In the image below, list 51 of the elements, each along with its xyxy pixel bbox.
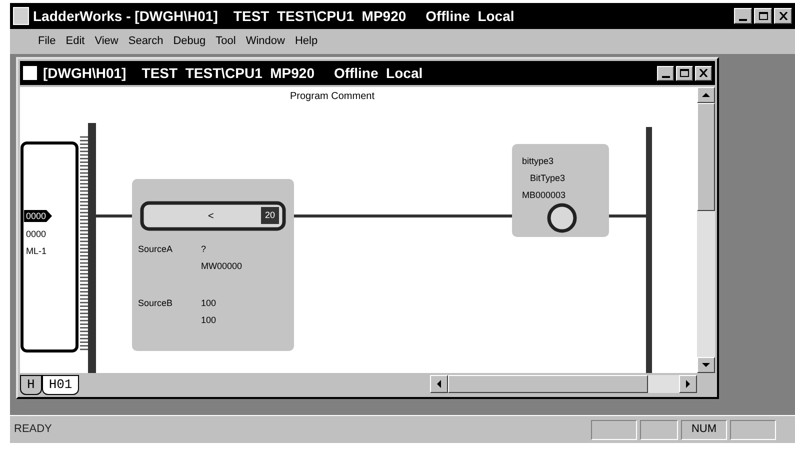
status-indicator: NUM <box>681 420 727 440</box>
maximize-button[interactable] <box>754 8 772 24</box>
scroll-down-icon[interactable] <box>697 357 715 373</box>
vertical-scrollbar[interactable] <box>697 87 715 373</box>
window-title: LadderWorks - [DWGH\H01] TEST TEST\CPU1 MP920 Offline Local <box>33 6 514 26</box>
menu-item[interactable]: Debug <box>173 33 206 50</box>
scroll-up-icon[interactable] <box>697 87 715 103</box>
scroll-thumb[interactable] <box>448 375 648 393</box>
scroll-left-icon[interactable] <box>430 375 448 393</box>
operand-name: SourceB <box>138 297 174 310</box>
sheet-tab[interactable]: H <box>20 375 42 395</box>
block-text: 0000 <box>26 228 47 241</box>
menu-item[interactable]: File <box>38 33 56 50</box>
block-text: ML-1 <box>26 245 47 258</box>
status-message: READY <box>14 422 53 438</box>
coil-label: BitType3 <box>530 172 566 185</box>
compare-operator: < <box>208 210 214 224</box>
address-label: 0000 <box>24 210 52 222</box>
menu-item[interactable]: Edit <box>66 33 85 50</box>
minimize-button[interactable] <box>734 8 752 24</box>
operand-name: SourceA <box>138 243 174 256</box>
horizontal-scrollbar[interactable] <box>430 375 697 393</box>
coil-label: MB000003 <box>522 189 566 202</box>
minimize-button[interactable] <box>657 66 674 80</box>
menu-item[interactable]: Help <box>294 33 318 50</box>
coil-label: bittype3 <box>522 155 554 168</box>
operand-value: 100 <box>201 297 216 310</box>
close-icon <box>699 69 708 77</box>
document-icon <box>23 66 37 80</box>
operand-value: ? <box>201 243 208 256</box>
menu-item[interactable]: Search <box>128 33 164 50</box>
sheet-tab[interactable]: H01 <box>42 375 80 395</box>
close-button[interactable] <box>774 8 792 24</box>
status-pane <box>640 420 678 440</box>
scroll-right-icon[interactable] <box>679 375 697 393</box>
menu-item[interactable]: View <box>94 33 118 50</box>
operand-value: 100 <box>201 314 216 327</box>
close-button[interactable] <box>695 66 712 80</box>
program-comment: Program Comment <box>290 90 374 104</box>
compare-badge: 20 <box>261 207 279 224</box>
status-pane <box>730 420 776 440</box>
app-icon <box>13 7 29 25</box>
operand-value: MW00000 <box>201 260 242 273</box>
scroll-thumb[interactable] <box>697 103 715 211</box>
coil-icon <box>547 203 577 233</box>
menu-item[interactable]: Tool <box>216 33 236 50</box>
menu-item[interactable]: Window <box>246 33 285 50</box>
close-icon <box>778 12 788 20</box>
status-pane <box>591 420 637 440</box>
maximize-button[interactable] <box>676 66 693 80</box>
child-window-title: [DWGH\H01] TEST TEST\CPU1 MP920 Offline Local <box>43 64 423 83</box>
